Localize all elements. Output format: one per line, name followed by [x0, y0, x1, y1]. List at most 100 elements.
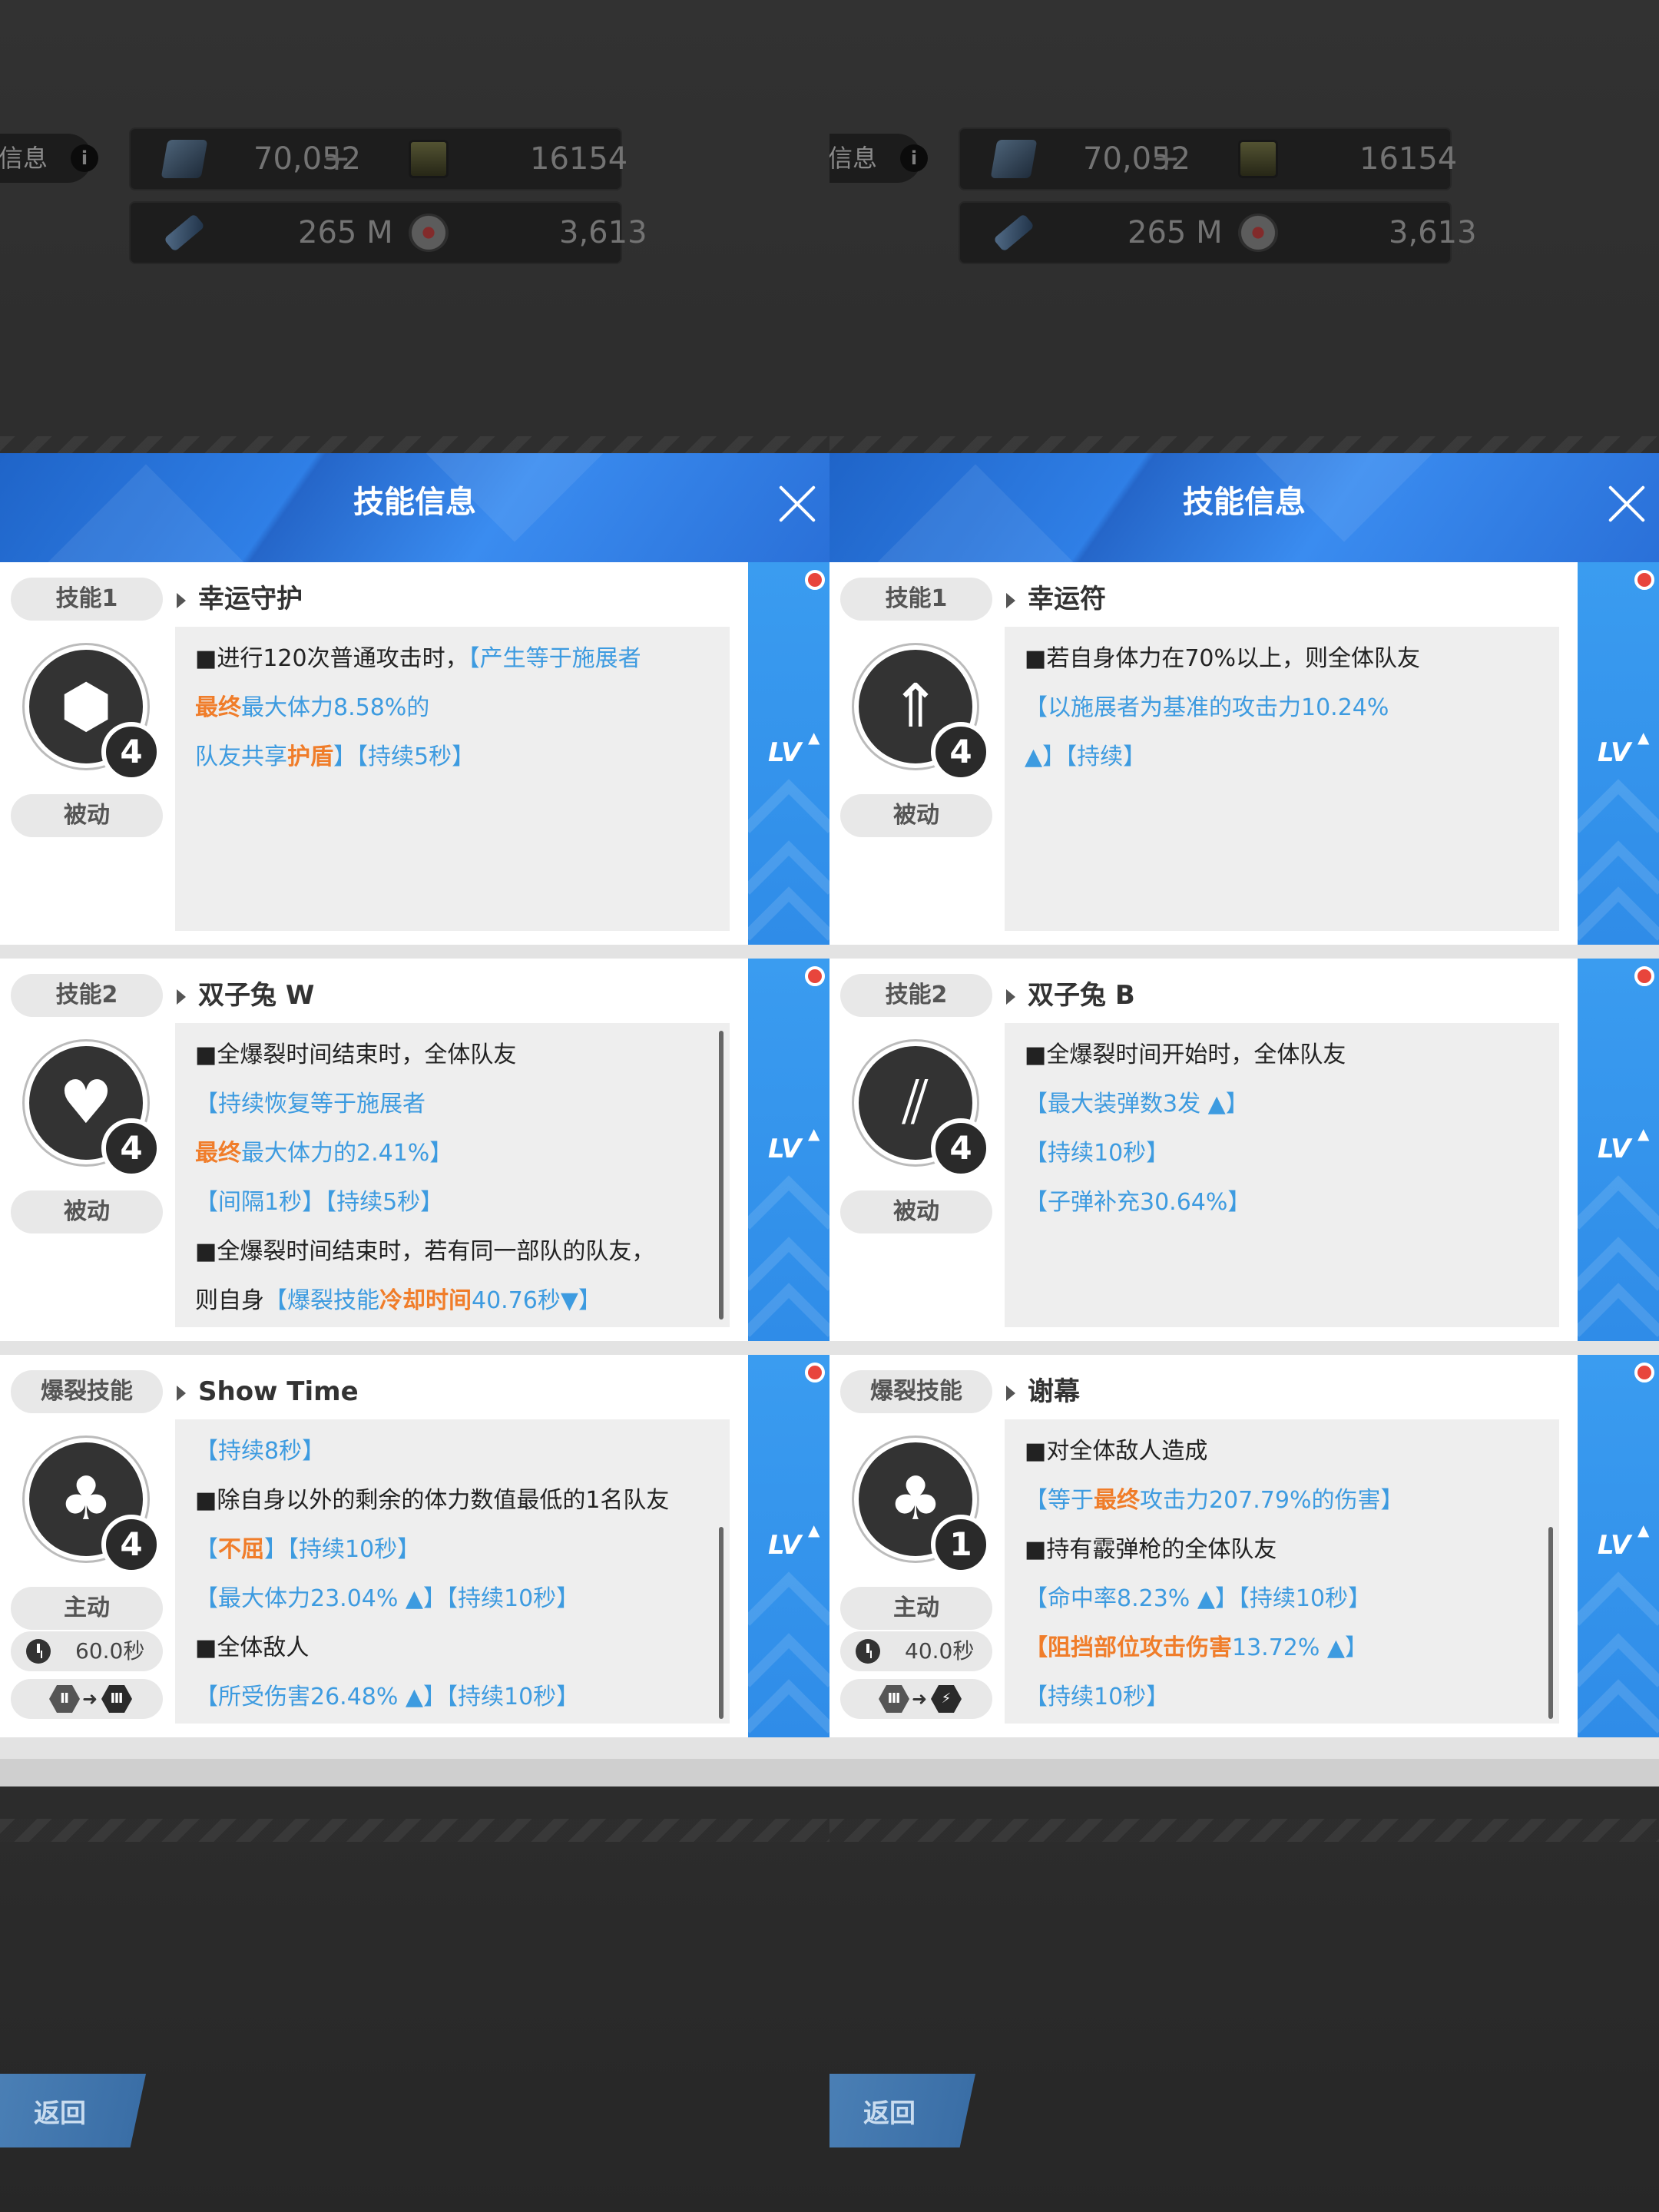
description-segment: 】【持续10秒】 — [264, 1536, 421, 1563]
description-segment: 【最大体力23.04% ▲】【持续10秒】 — [195, 1585, 580, 1612]
clock-icon — [26, 1639, 51, 1664]
resource-bar-bottom: 265 M 3,613 — [129, 201, 647, 264]
skill-card: 爆裂技能 谢幕 ♣ 1 主动 40.0秒 Ⅲ ➜ ⚡ ■对全体敌人造成 【等于最终攻击力207.79… — [830, 1355, 1659, 1737]
description-segment: 护盾 — [287, 743, 333, 770]
level-up-button[interactable]: LV ▲ — [1578, 1355, 1659, 1737]
skill-card: 爆裂技能 Show Time ♣ 4 主动 60.0秒 Ⅱ ➜ Ⅲ 【持续8秒】 ■除自身以外的剩余… — [0, 1355, 830, 1737]
description-segment: 【以施展者为基准的攻击力10.24% — [1025, 694, 1389, 721]
info-icon[interactable]: i — [900, 144, 928, 172]
description-segment: 40.76秒▼】 — [472, 1287, 601, 1314]
burst-stage-from-icon: Ⅲ — [879, 1685, 909, 1713]
cooldown-row: 60.0秒 — [11, 1631, 163, 1671]
description-line: 最终最大体力的2.41%】 — [195, 1129, 717, 1178]
description-line: 【阻挡部位攻击伤害13.72% ▲】 — [1025, 1624, 1547, 1673]
add-crystal-icon[interactable]: + — [323, 129, 351, 189]
description-segment: 【 — [1025, 1634, 1048, 1661]
description-segment: 【子弹补充30.64%】 — [1025, 1189, 1251, 1216]
description-line: 队友共享护盾】【持续5秒】 — [195, 733, 717, 782]
level-up-arrow-icon: ▲ — [1637, 1124, 1650, 1143]
dialog-footer — [0, 1759, 830, 1786]
level-up-button[interactable]: LV ▲ — [1578, 562, 1659, 945]
description-segment: 【持续10秒】 — [1025, 1140, 1170, 1167]
caret-right-icon — [1006, 592, 1015, 608]
description-segment: 【等于 — [1025, 1487, 1094, 1514]
description-segment: 队友共享 — [195, 743, 287, 770]
dialog-header: 技能信息 — [830, 453, 1659, 562]
skill-description: ■若自身体力在70%以上，则全体队友 【以施展者为基准的攻击力10.24% ▲】【持… — [1005, 627, 1559, 931]
add-crystal-icon[interactable]: + — [1152, 129, 1181, 189]
description-line: ■若自身体力在70%以上，则全体队友 — [1025, 634, 1547, 684]
skill-level-badge: 4 — [101, 722, 161, 782]
info-icon[interactable]: i — [71, 144, 98, 172]
skill-level-badge: 1 — [931, 1515, 991, 1575]
caret-right-icon — [1006, 988, 1015, 1005]
level-up-button[interactable]: LV ▲ — [748, 959, 830, 1341]
description-line: 【等于最终攻击力207.79%的伤害】 — [1025, 1476, 1547, 1525]
description-segment: 【 — [195, 1536, 218, 1563]
back-label: 返回 — [863, 2098, 916, 2129]
bullet-icon — [993, 213, 1035, 253]
notification-dot — [1634, 570, 1654, 590]
description-segment: ▲】【持续】 — [1025, 743, 1147, 770]
back-label: 返回 — [34, 2098, 86, 2129]
description-line: 【子弹补充30.64%】 — [1025, 1178, 1547, 1227]
info-tag[interactable]: 信息 i — [0, 134, 98, 183]
description-line: ■全爆裂时间结束时，全体队友 — [195, 1031, 717, 1080]
description-segment: 攻击力207.79%的伤害】 — [1140, 1487, 1404, 1514]
description-lines: ■进行120次普通攻击时，【产生等于施展者 最终最大体力8.58%的 队友共享护盾】… — [195, 634, 717, 782]
hazard-stripe — [830, 1819, 1659, 1842]
skill-name: 双子兔 B — [1006, 974, 1135, 1017]
dialog-body: 技能1 幸运守护 ⬢ 4 被动 ■进行120次普通攻击时，【产生等于施展者 最终最大体力8.… — [0, 562, 830, 1759]
skill-name-text: 谢幕 — [1028, 1376, 1080, 1407]
cores-value: 3,613 — [1389, 215, 1477, 250]
dialog-footer — [830, 1759, 1659, 1786]
skill-level-badge: 4 — [101, 1515, 161, 1575]
description-segment: 冷却时间 — [379, 1287, 472, 1314]
level-up-button[interactable]: LV ▲ — [1578, 959, 1659, 1341]
close-icon[interactable] — [776, 482, 819, 525]
crystal-icon — [161, 140, 208, 178]
close-icon[interactable] — [1605, 482, 1648, 525]
description-line: 【所受伤害26.48% ▲】【持续10秒】 — [195, 1673, 717, 1722]
skill-type-tag: 被动 — [840, 1190, 992, 1233]
dialog-title: 技能信息 — [353, 485, 476, 520]
cooldown-value: 40.0秒 — [905, 1638, 975, 1664]
resource-bar-bottom: 265 M 3,613 — [959, 201, 1477, 264]
skill-type-tag: 主动 — [840, 1587, 992, 1630]
description-segment: ■若自身体力在70%以上，则全体队友 — [1025, 645, 1421, 672]
dialog-title: 技能信息 — [1183, 485, 1306, 520]
scrollbar[interactable] — [719, 1031, 724, 1320]
skill-name-text: 双子兔 B — [1028, 980, 1135, 1011]
credit-card-icon — [1238, 140, 1278, 178]
notification-dot — [805, 570, 825, 590]
skill-name-text: 幸运符 — [1028, 584, 1106, 614]
description-segment: 【持续恢复等于施展者 — [195, 1091, 426, 1118]
description-segment: 最大体力的2.41%】 — [241, 1140, 453, 1167]
level-up-button[interactable]: LV ▲ — [748, 1355, 830, 1737]
screenshot-root: 信息 i 70,052 + 16154 K 265 M 3,613 技能信息 技… — [0, 0, 1659, 2212]
info-tag[interactable]: 信息 i — [830, 134, 928, 183]
description-lines: 【持续8秒】 ■除自身以外的剩余的体力数值最低的1名队友 【不屈】【持续10秒】 【最… — [195, 1427, 717, 1722]
notification-dot — [1634, 1363, 1654, 1382]
description-segment: 【产生等于施展者 — [468, 645, 641, 672]
description-segment: 不屈 — [218, 1536, 264, 1563]
scrollbar[interactable] — [719, 1527, 724, 1719]
description-line: ■全体敌人 — [195, 1624, 717, 1673]
notification-dot — [805, 966, 825, 986]
skill-name-text: 双子兔 W — [198, 980, 315, 1011]
skill-slot-tag: 技能1 — [11, 578, 163, 621]
burst-stage-from-icon: Ⅱ — [49, 1685, 80, 1713]
description-line: 【最大体力23.04% ▲】【持续10秒】 — [195, 1575, 717, 1624]
description-line: ■对全体敌人造成 — [1025, 1427, 1547, 1476]
description-line: ■除自身以外的剩余的体力数值最低的1名队友 — [195, 1476, 717, 1525]
description-segment: ■持有霰弹枪的全体队友 — [1025, 1536, 1277, 1563]
caret-right-icon — [177, 988, 186, 1005]
scrollbar[interactable] — [1548, 1527, 1553, 1719]
level-up-button[interactable]: LV ▲ — [748, 562, 830, 945]
description-segment: 最终 — [1094, 1487, 1140, 1514]
description-segment: ■进行120次普通攻击时， — [195, 645, 469, 672]
skill-description: ■进行120次普通攻击时，【产生等于施展者 最终最大体力8.58%的 队友共享护盾】… — [175, 627, 730, 931]
credit-card-icon — [409, 140, 449, 178]
description-segment: 13.72% ▲】 — [1232, 1634, 1368, 1661]
description-line: 【持续10秒】 — [1025, 1129, 1547, 1178]
